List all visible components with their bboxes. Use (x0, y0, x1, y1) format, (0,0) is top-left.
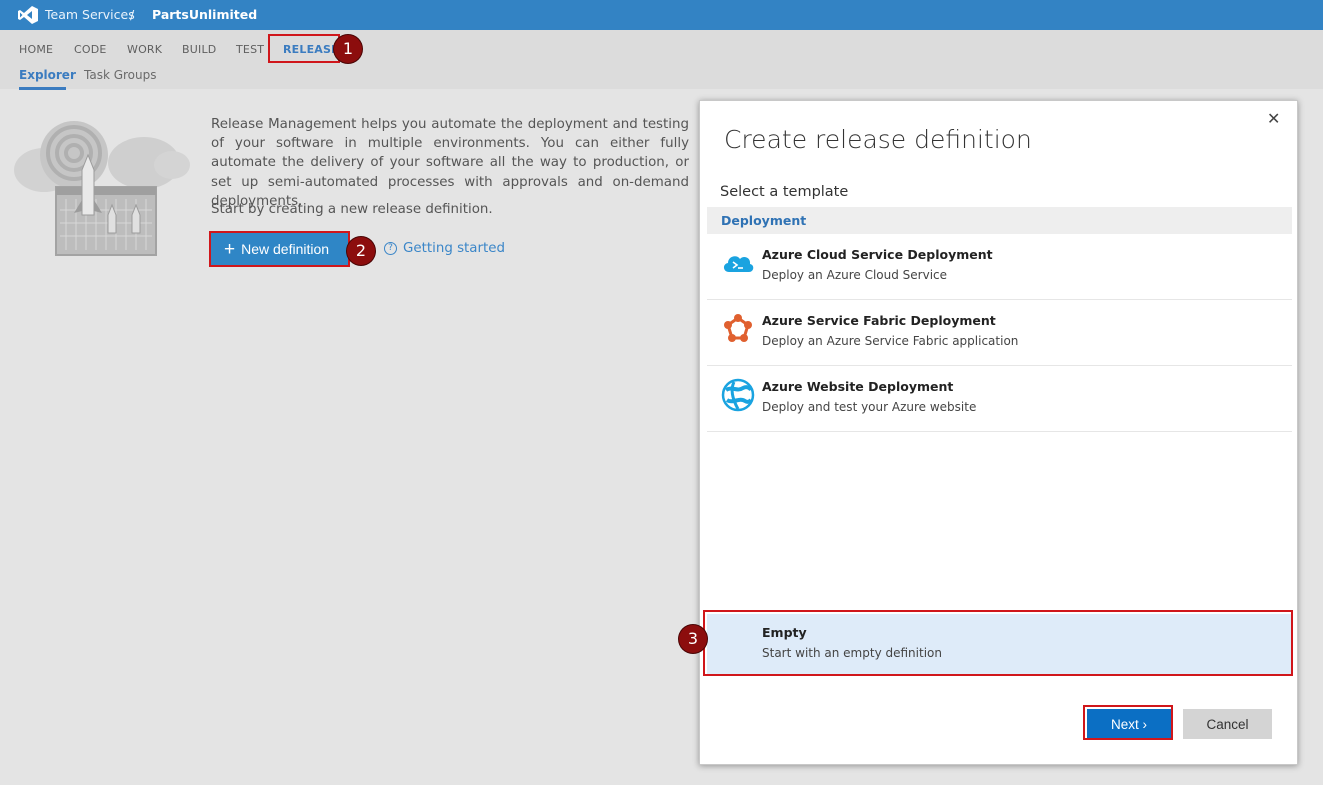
nav-work[interactable]: WORK (127, 43, 162, 56)
template-name: Azure Cloud Service Deployment (762, 247, 993, 262)
brand-name[interactable]: Team Services (45, 7, 135, 22)
active-tab-indicator (19, 87, 66, 90)
template-azure-cloud-service[interactable]: Azure Cloud Service Deployment Deploy an… (707, 234, 1292, 300)
start-instruction: Start by creating a new release definiti… (211, 202, 493, 217)
step-marker-3: 3 (679, 625, 707, 653)
nav-home[interactable]: HOME (19, 43, 53, 56)
nav-test[interactable]: TEST (236, 43, 264, 56)
subnav-task-groups[interactable]: Task Groups (84, 68, 157, 82)
visual-studio-icon[interactable] (18, 6, 38, 24)
getting-started-label: Getting started (403, 241, 506, 256)
dialog-title: Create release definition (724, 125, 1032, 154)
template-group-header[interactable]: Deployment (707, 207, 1292, 234)
cancel-button[interactable]: Cancel (1183, 709, 1272, 739)
step-marker-2: 2 (347, 237, 375, 265)
nav-code[interactable]: CODE (74, 43, 107, 56)
breadcrumb-separator: / (130, 7, 135, 22)
template-azure-website[interactable]: Azure Website Deployment Deploy and test… (707, 366, 1292, 432)
project-name[interactable]: PartsUnlimited (152, 7, 257, 22)
service-fabric-icon (724, 314, 752, 342)
azure-website-icon (721, 378, 755, 412)
help-icon: ? (384, 242, 397, 255)
highlight-new-definition (209, 231, 350, 267)
template-name: Azure Website Deployment (762, 379, 954, 394)
template-description: Deploy an Azure Cloud Service (762, 268, 948, 282)
subnav-explorer[interactable]: Explorer (19, 68, 76, 82)
template-name: Azure Service Fabric Deployment (762, 313, 996, 328)
template-description: Deploy and test your Azure website (762, 400, 977, 414)
close-icon[interactable]: ✕ (1267, 109, 1280, 128)
step-marker-1: 1 (334, 35, 362, 63)
azure-cloud-icon (723, 256, 754, 272)
top-bar: Team Services / PartsUnlimited (0, 0, 1323, 30)
rocket-target-illustration (14, 121, 190, 256)
template-description: Deploy an Azure Service Fabric applicati… (762, 334, 1019, 348)
highlight-release-tab (268, 34, 340, 63)
template-azure-service-fabric[interactable]: Azure Service Fabric Deployment Deploy a… (707, 300, 1292, 366)
highlight-next-button (1083, 705, 1173, 740)
hub-navigation: HOME CODE WORK BUILD TEST RELEASE Explor… (0, 30, 1323, 90)
release-management-description: Release Management helps you automate th… (211, 117, 689, 209)
getting-started-link[interactable]: ? Getting started (384, 241, 505, 256)
nav-build[interactable]: BUILD (182, 43, 216, 56)
select-template-label: Select a template (720, 184, 849, 200)
highlight-empty-template (703, 610, 1293, 676)
